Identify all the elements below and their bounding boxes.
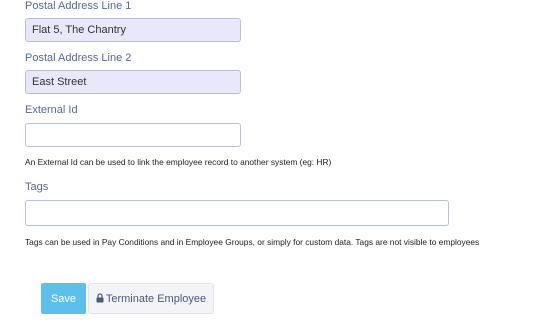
external-id-label: External Id — [25, 104, 78, 116]
save-button[interactable]: Save — [41, 283, 86, 314]
address-line1-input[interactable] — [25, 18, 241, 42]
address-line2-input[interactable] — [25, 70, 241, 94]
address-line1-label: Postal Address Line 1 — [25, 0, 132, 12]
address-line2-label: Postal Address Line 2 — [25, 52, 132, 64]
terminate-employee-label: Terminate Employee — [105, 292, 207, 305]
terminate-employee-button[interactable]: Terminate Employee — [88, 283, 214, 314]
external-id-help: An External Id can be used to link the e… — [25, 157, 332, 167]
tags-label: Tags — [25, 181, 49, 193]
external-id-input[interactable] — [25, 123, 241, 147]
tags-help: Tags can be used in Pay Conditions and i… — [25, 237, 480, 247]
lock-icon — [96, 292, 104, 303]
tags-input[interactable] — [25, 200, 449, 226]
